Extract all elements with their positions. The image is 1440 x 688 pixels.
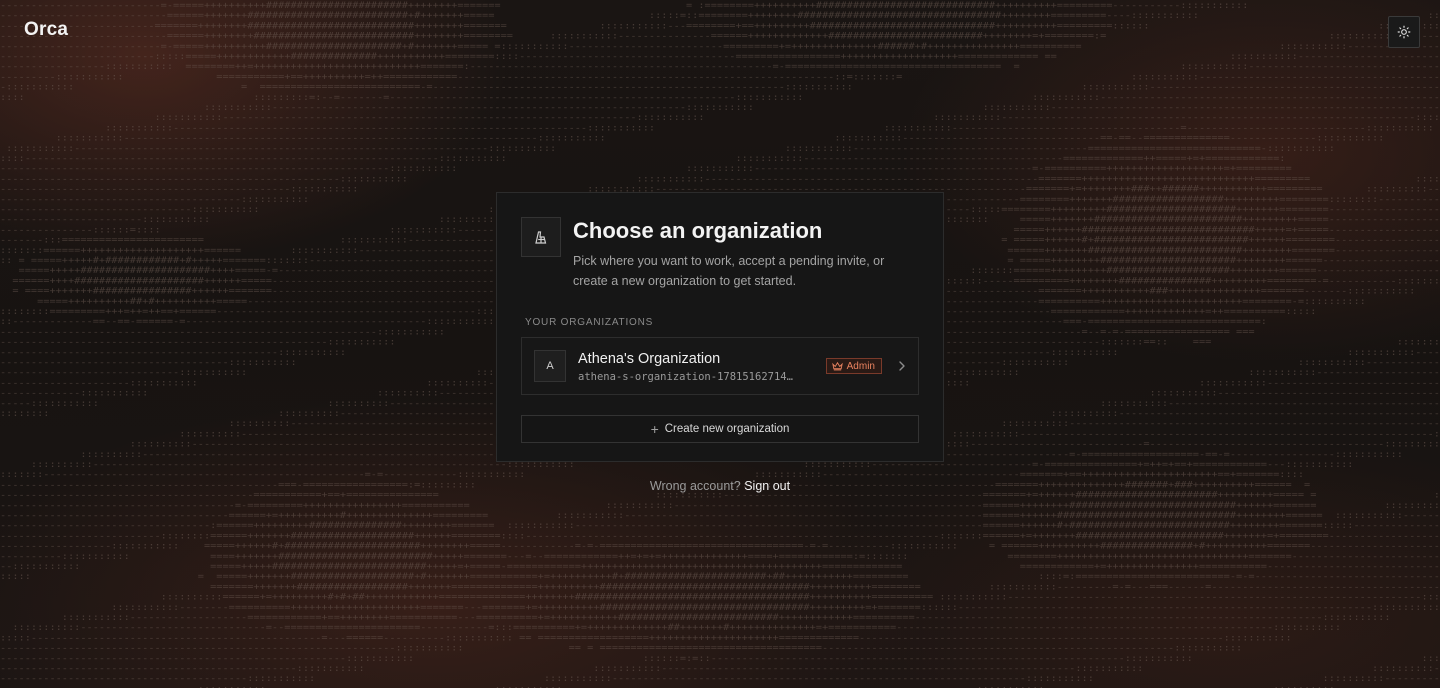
create-organization-label: Create new organization [664, 423, 790, 435]
svg-text::::::::::::-------------------: :::::::::::-----------------------------… [0, 123, 1440, 133]
organization-slug: athena-s-organization-17815162714… [578, 370, 793, 383]
svg-text:--------------------------::::: --------------------------::::::::======… [0, 531, 1440, 541]
plus-icon: + [650, 421, 659, 437]
svg-text::::::::::::-------------------: :::::::::::-----------------------------… [0, 113, 1440, 123]
svg-text::::::::::::-------------------: :::::::::::-----------------------------… [0, 144, 1440, 154]
svg-text:--------------------------=-==: --------------------------=-=====+++++++… [0, 42, 1440, 52]
theme-toggle-button[interactable] [1388, 16, 1420, 48]
svg-text::::::: ::::: = =====+++++++####################… [0, 572, 1440, 582]
svg-text::::::::::::-------------------: :::::::::::-------------------==========… [0, 613, 1440, 623]
organization-avatar: A [534, 350, 566, 382]
page-title: Choose an organization [573, 218, 823, 243]
svg-text:--------------------------=-==: --------------------------=-=====+++++++… [0, 1, 1440, 11]
svg-text:---------------------------===: ---------------------------======+++++++… [0, 32, 1440, 42]
svg-text:------------------------------: --------------------------------::::::::… [0, 684, 1440, 688]
svg-text:------------------------------: ----------------------------------------… [0, 174, 1440, 184]
svg-text:-------------------------=====: -------------------------=======++++++++… [0, 21, 1440, 31]
svg-text::::::::::::-------------------: :::::::::::-----------------------------… [0, 103, 1440, 113]
svg-text::::::-------------------------: :::::-----------------------------------… [0, 633, 1440, 643]
svg-text:::::::::::======+=+++++++++#+#: ::::::::::======+=+++++++++#+#+##+++++++… [0, 593, 1440, 603]
organization-list-item[interactable]: A Athena's Organization athena-s-organiz… [521, 337, 919, 395]
svg-text:=======+++++++################: =======+++++++##################+++++++=… [0, 582, 1440, 592]
svg-text:--:::::::::::: --::::::::::: =====+++++################… [0, 562, 1440, 572]
orca-logo-icon [535, 231, 547, 244]
role-badge: Admin [825, 358, 882, 374]
role-badge-label: Admin [846, 360, 875, 372]
wrong-account-prompt: Wrong account? [649, 479, 741, 493]
svg-text:---------:::::::::::: ---------::::::::::: ===========+==+++++… [0, 72, 1440, 82]
svg-text:------------------------------: ----------------------------------------… [0, 654, 1440, 664]
organizations-section-label: YOUR ORGANIZATIONS [525, 317, 654, 328]
svg-text:------------------------------: ----------------------------------------… [0, 164, 1440, 174]
organization-name: Athena's Organization [578, 350, 721, 367]
svg-text:----------:::::::::::: ----------::::::::::: ====+++++++#######… [0, 552, 1440, 562]
svg-text::::::::::::-------------------: :::::::::::-----------------------------… [0, 623, 1440, 633]
svg-text:------------------------------: ----------------------------------------… [0, 644, 1440, 654]
svg-text:------------------------------: -------------------------------------===… [0, 511, 1440, 521]
svg-text:------------------:::::::::::: ------------------::::::::::: =====+++++… [0, 542, 1440, 552]
svg-text:------------------------------: ----------------------------------------… [0, 674, 1440, 684]
chevron-right-icon [898, 360, 906, 372]
page-subtitle: Pick where you want to work, accept a pe… [573, 254, 885, 288]
svg-text:::::--------------------------: ::::------------------------------------… [0, 154, 1440, 164]
svg-text:-:::::::::::: -::::::::::: = =========================… [0, 83, 1440, 93]
organization-info: Athena's Organization athena-s-organizat… [578, 350, 816, 383]
svg-text:::::: :::: :::::::::=:--=-------=-------------… [0, 93, 1440, 103]
svg-text:-------------------------:::::: -------------------------:::::=====+++++… [0, 52, 1440, 62]
page: --------------------------=-=====+++++++… [0, 0, 1440, 688]
brand-logo[interactable]: Orca [24, 19, 68, 41]
svg-text:-----------------:::::::::::: -----------------::::::::::: ========++=… [0, 62, 1440, 72]
svg-text::::::::::::-------------------: :::::::::::-----------------------------… [0, 134, 1440, 144]
crown-icon [831, 361, 843, 371]
svg-text:---------------------------===: ---------------------------======+++++++… [0, 11, 1440, 21]
sign-out-link[interactable]: Sign out [744, 479, 790, 493]
svg-text:------------------------------: --------------------------------------=-… [0, 501, 1440, 511]
organization-picker-card: Choose an organization Pick where you wa… [496, 192, 944, 462]
svg-text:------------------------------: ----------------------------------:=====… [0, 521, 1440, 531]
svg-text:------------------------------: ----------------------------------------… [0, 664, 1440, 674]
card-header-text: Choose an organization Pick where you wa… [573, 217, 903, 291]
sun-icon [1397, 25, 1411, 39]
orca-logo-box [521, 217, 561, 257]
svg-text::::::::::::--------==========+: :::::::::::--------==========+++++++++++… [0, 603, 1440, 613]
wrong-account-footer: Wrong account? Sign out [0, 479, 1440, 493]
card-header: Choose an organization Pick where you wa… [521, 217, 919, 291]
create-organization-button[interactable]: + Create new organization [521, 415, 919, 443]
